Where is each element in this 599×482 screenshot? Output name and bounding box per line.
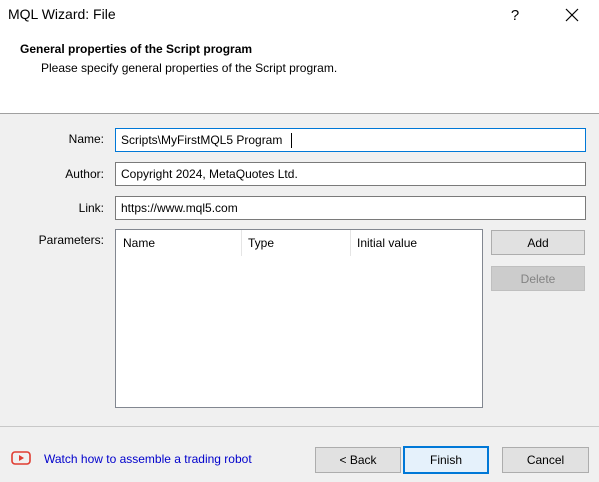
finish-button[interactable]: Finish [403,446,489,474]
parameters-label: Parameters: [38,233,104,247]
video-play-icon[interactable] [11,451,31,468]
name-label: Name: [68,132,104,146]
page-subtitle: Please specify general properties of the… [41,61,338,75]
column-header-initial-value[interactable]: Initial value [357,230,417,256]
footer-divider [0,426,599,427]
back-button[interactable]: < Back [315,447,401,473]
close-icon[interactable] [552,0,592,30]
column-divider[interactable] [350,230,351,256]
author-field[interactable] [115,162,586,186]
link-label: Link: [78,201,104,215]
column-divider[interactable] [241,230,242,256]
title-bar: MQL Wizard: File ? [0,0,599,30]
author-label: Author: [65,167,104,181]
page-title: General properties of the Script program [20,42,253,56]
text-caret [291,133,292,148]
help-icon[interactable]: ? [496,0,534,30]
column-header-type[interactable]: Type [248,230,274,256]
link-field[interactable] [115,196,586,220]
watch-video-link[interactable]: Watch how to assemble a trading robot [44,452,252,466]
column-header-name[interactable]: Name [123,230,155,256]
add-button[interactable]: Add [491,230,585,255]
name-field[interactable] [115,128,586,152]
wizard-header: General properties of the Script program… [0,30,599,114]
cancel-button[interactable]: Cancel [502,447,589,473]
delete-button[interactable]: Delete [491,266,585,291]
parameters-list[interactable]: Name Type Initial value [115,229,483,408]
window-title: MQL Wizard: File [8,6,116,22]
